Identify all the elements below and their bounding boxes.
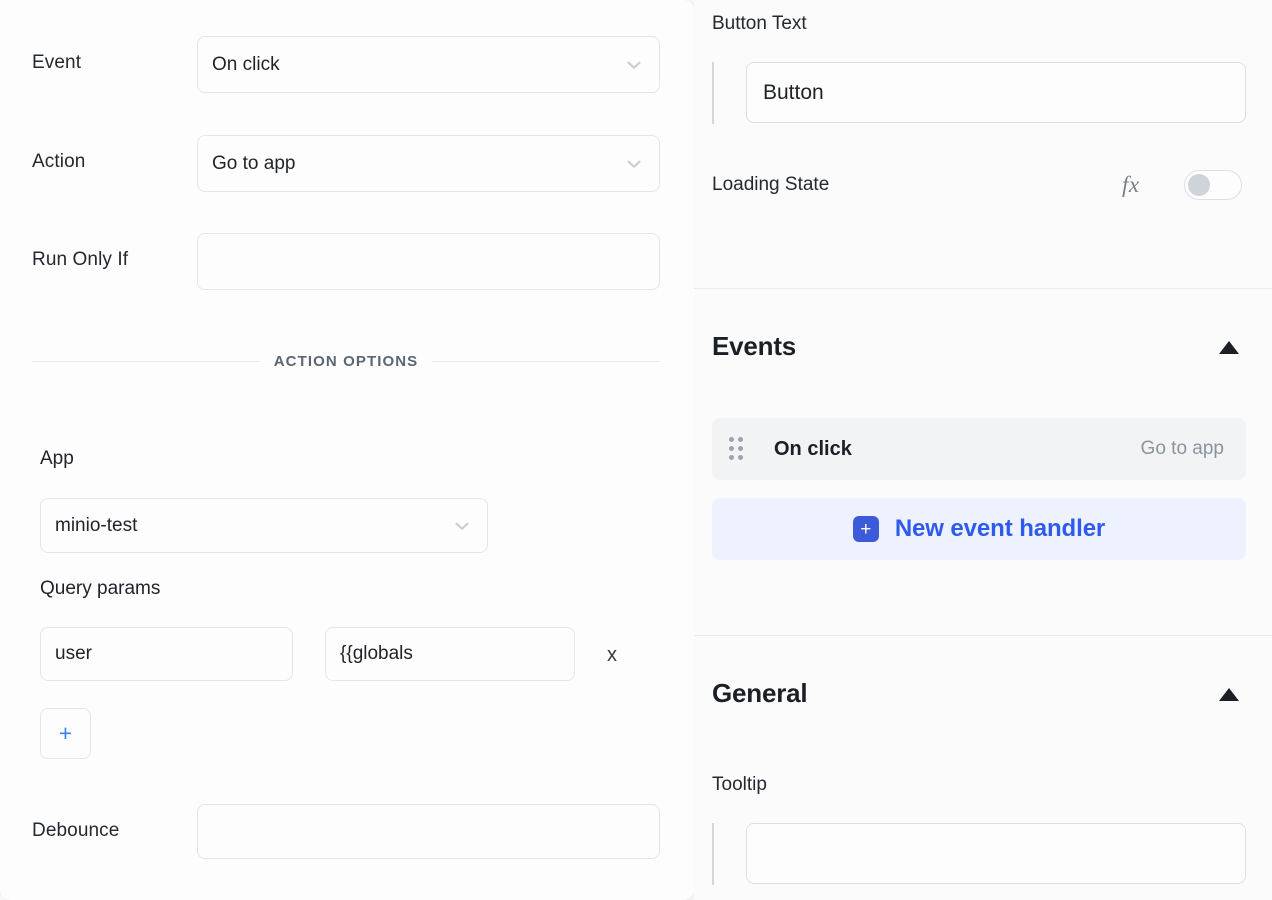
drag-handle-icon[interactable] [729,437,747,461]
app-select-value: minio-test [55,514,138,536]
query-param-value-value: {{globals [340,643,413,664]
button-text-accent-bar [712,62,714,124]
component-inspector-panel: Button Text Button Loading State fx Even… [694,0,1272,900]
query-param-key-input[interactable]: user [40,627,293,681]
event-handler-row[interactable]: On click Go to app [712,418,1246,480]
action-select[interactable]: Go to app [197,135,660,192]
app-label: App [40,448,74,469]
general-collapse-caret-up-icon[interactable] [1219,688,1239,701]
query-params-label: Query params [40,578,161,599]
tooltip-input[interactable] [746,823,1246,884]
tooltip-accent-bar [712,823,714,885]
action-field-label: Action [32,151,86,172]
action-options-caption: ACTION OPTIONS [273,353,419,370]
properties-inspector-screen: Event On click Action Go to app Run Only… [0,0,1272,900]
new-event-handler-button[interactable]: + New event handler [712,498,1246,560]
action-field-label-wrap: Action [32,151,85,173]
button-text-label: Button Text [712,13,807,34]
tooltip-label: Tooltip [712,774,767,795]
new-event-handler-label: New event handler [894,515,1106,542]
action-options-divider: ACTION OPTIONS [32,353,661,370]
event-handler-name: On click [774,437,852,460]
events-collapse-caret-up-icon[interactable] [1219,341,1239,354]
app-select[interactable]: minio-test [40,498,488,553]
button-text-input[interactable]: Button [746,62,1246,123]
toggle-knob [1188,174,1210,196]
chevron-down-icon [455,522,469,530]
event-field-label: Event [32,52,82,73]
fx-icon[interactable]: fx [1122,172,1140,198]
run-only-if-input[interactable] [197,233,660,290]
event-field-label-wrap: Event [32,52,81,74]
event-handler-action: Go to app [1140,438,1224,459]
section-divider [694,635,1272,636]
remove-query-param-button[interactable]: x [607,645,617,665]
plus-icon: + [852,516,879,542]
query-param-value-input[interactable]: {{globals [325,627,575,681]
button-text-value: Button [763,80,824,104]
debounce-input[interactable] [197,804,660,859]
section-divider [694,288,1272,289]
divider-line-right [432,361,661,362]
debounce-label: Debounce [32,820,120,841]
event-handler-editor-panel: Event On click Action Go to app Run Only… [0,0,694,900]
run-only-if-label-wrap: Run Only If [32,249,128,271]
chevron-down-icon [627,61,641,69]
add-query-param-button[interactable]: + [40,708,91,759]
event-select-value: On click [212,53,280,75]
debounce-label-wrap: Debounce [32,820,119,842]
general-section-title: General [712,678,808,708]
events-section-title: Events [712,331,797,361]
event-select[interactable]: On click [197,36,660,93]
action-select-value: Go to app [212,152,296,174]
query-param-key-value: user [55,643,92,664]
loading-state-toggle[interactable] [1184,170,1242,200]
loading-state-label: Loading State [712,174,830,195]
divider-line-left [32,361,260,362]
run-only-if-label: Run Only If [32,249,129,270]
chevron-down-icon [627,160,641,168]
